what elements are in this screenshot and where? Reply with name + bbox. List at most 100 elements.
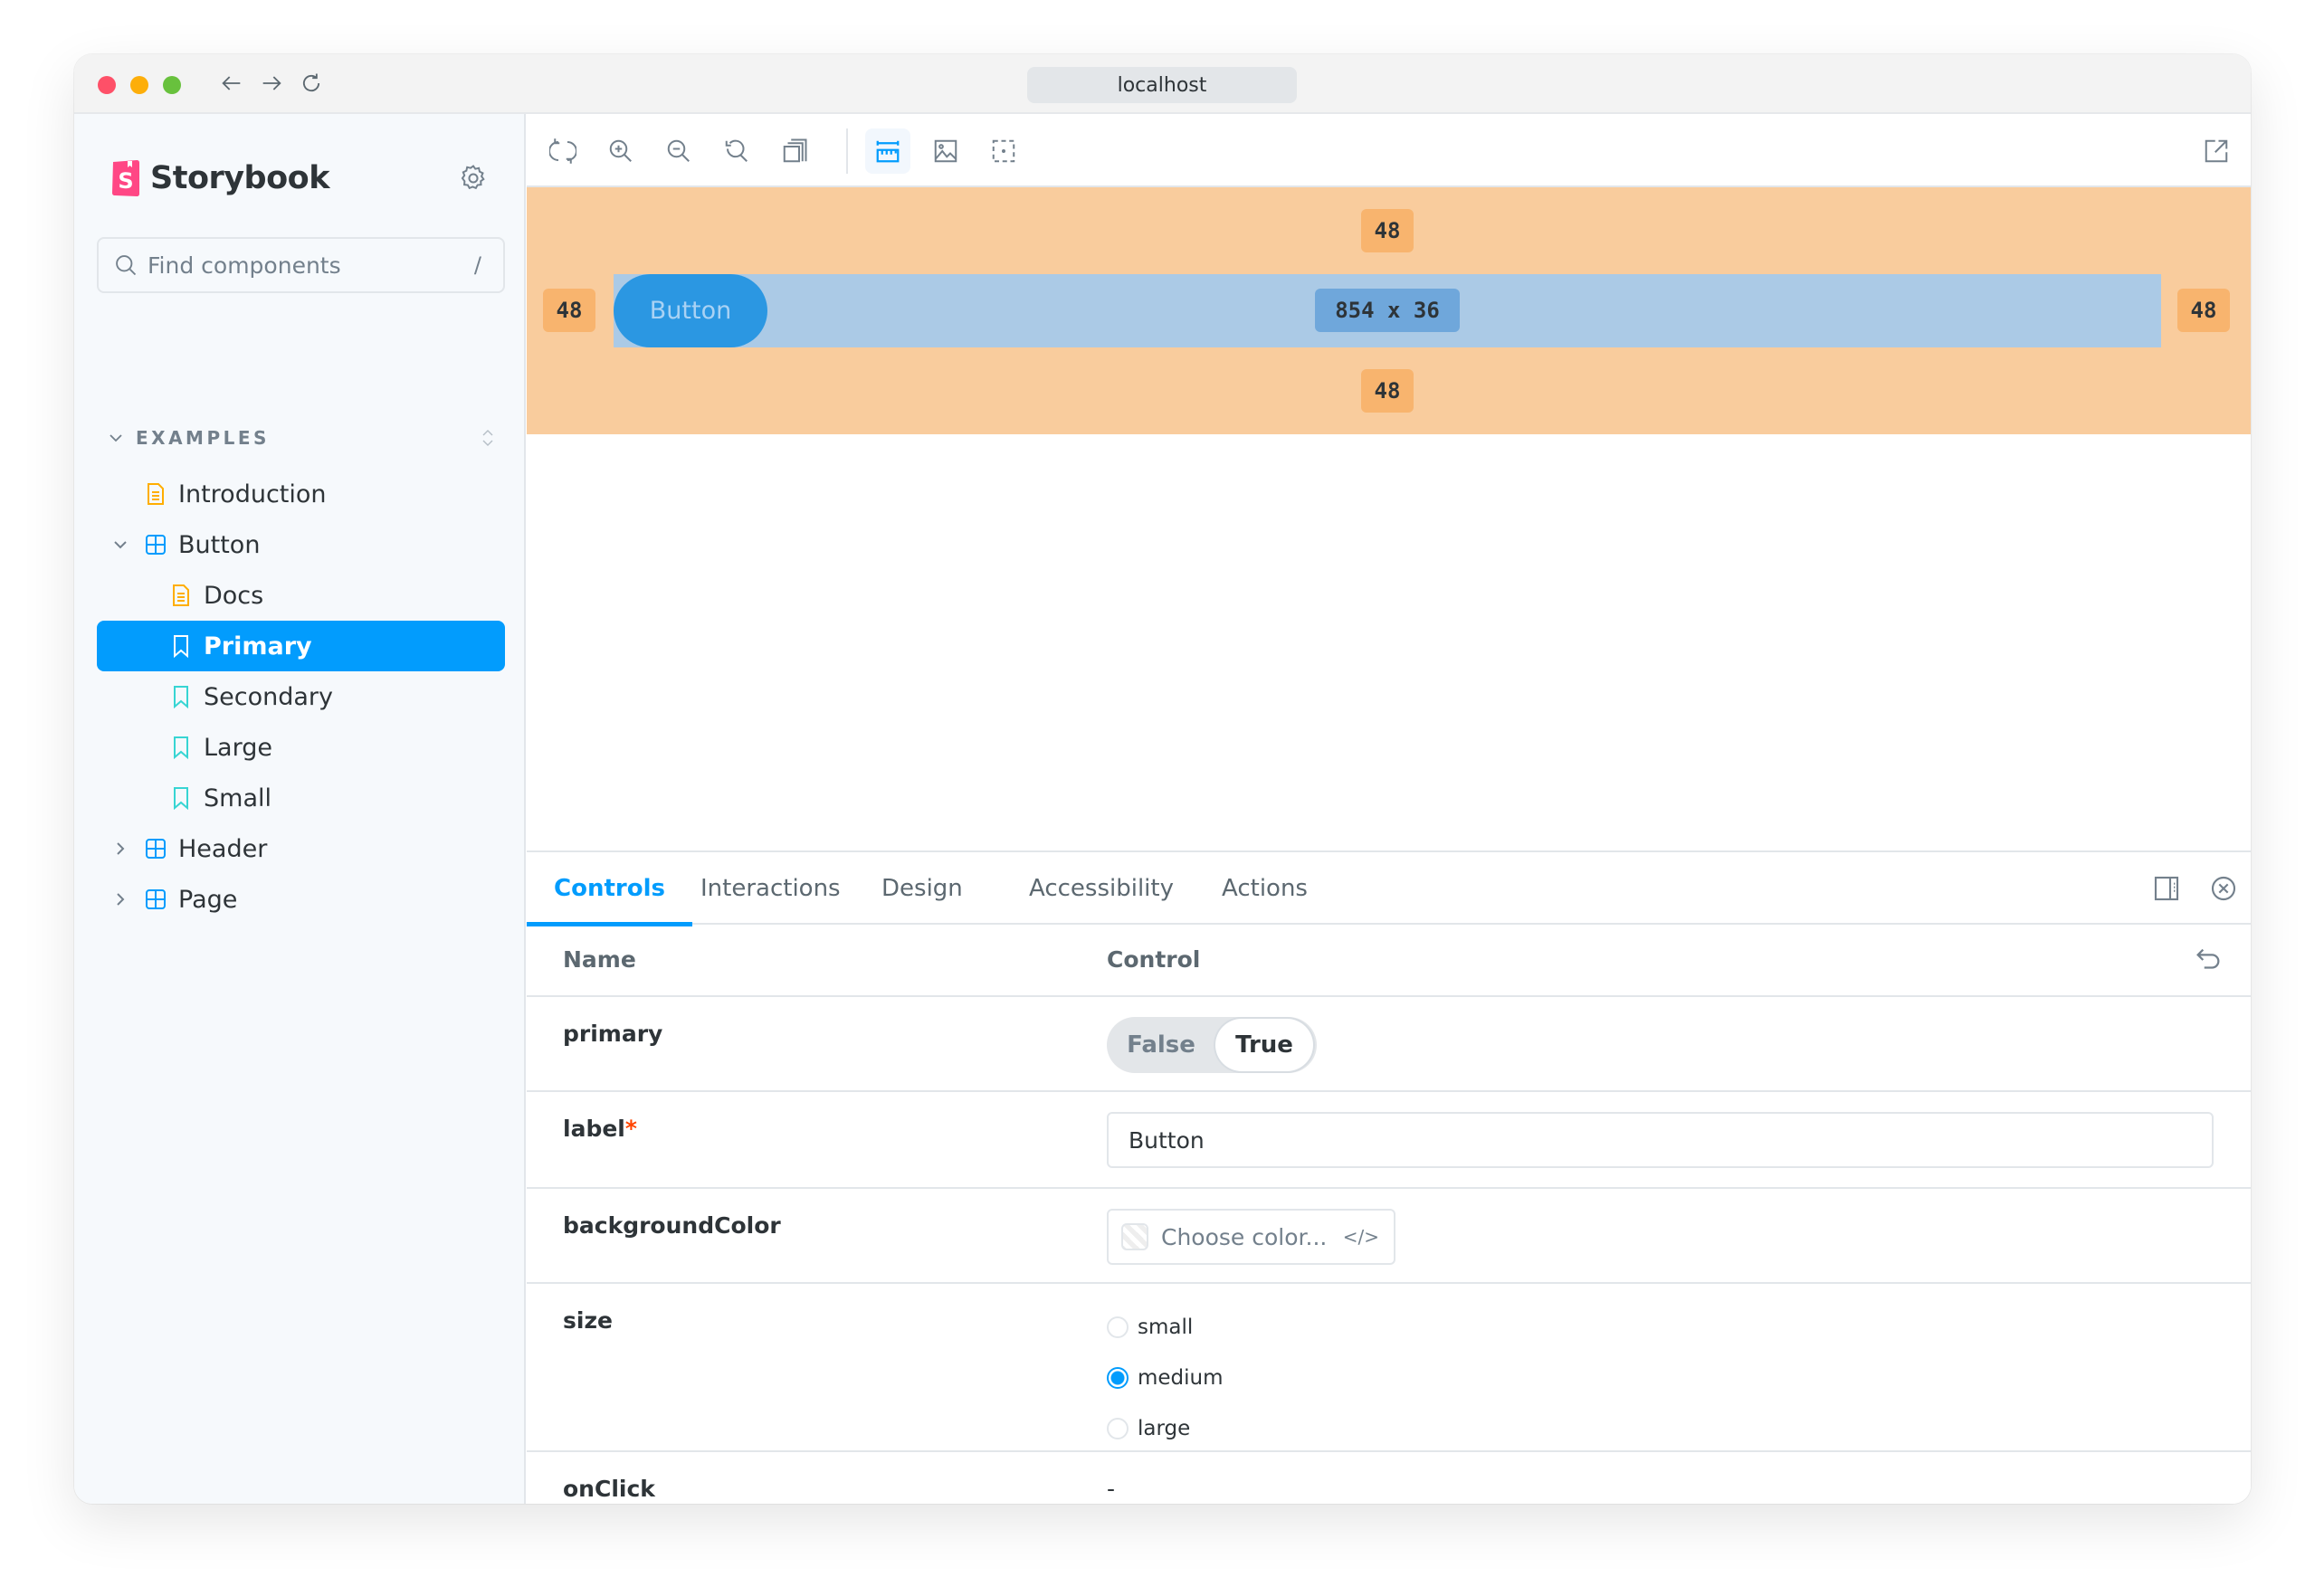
tab-controls[interactable]: Controls: [527, 852, 692, 926]
panel-orientation-button[interactable]: [2148, 870, 2185, 907]
radio-button[interactable]: [1107, 1316, 1129, 1338]
dimensions-label: 854 x 36: [1315, 289, 1460, 332]
tree-item-primary[interactable]: Primary: [97, 621, 505, 671]
open-new-tab-button[interactable]: [2194, 128, 2239, 174]
radio-option-large[interactable]: large: [1107, 1403, 1224, 1454]
undo-icon[interactable]: [2193, 945, 2224, 975]
onclick-value: -: [1107, 1476, 1116, 1502]
tab-design[interactable]: Design: [854, 852, 990, 925]
margin-right-label: 48: [2177, 289, 2230, 332]
tab-interactions[interactable]: Interactions: [673, 852, 868, 925]
radio-option-medium[interactable]: medium: [1107, 1353, 1224, 1403]
close-panel-button[interactable]: [2205, 870, 2242, 907]
document-icon: [173, 584, 189, 606]
backgrounds-button[interactable]: [923, 128, 968, 174]
control-row-onclick: onClick -: [527, 1452, 2251, 1504]
search-shortcut-hint: /: [473, 252, 481, 278]
url-bar[interactable]: localhost: [1027, 67, 1297, 103]
sidebar-alt-icon: [2154, 876, 2179, 901]
control-row-label: label*: [527, 1092, 2251, 1189]
chevron-down-icon: [110, 434, 122, 442]
bookmark-icon: [174, 635, 188, 658]
maximize-window-button[interactable]: [163, 76, 181, 94]
tree-item-header[interactable]: Header: [97, 823, 505, 874]
section-title: EXAMPLES: [136, 427, 270, 449]
header-name: Name: [563, 946, 636, 973]
preview-canvas: Button 48 48 48 48 854 x 36: [527, 187, 2251, 796]
toggle-false-option[interactable]: False: [1107, 1019, 1215, 1071]
measure-button[interactable]: [865, 128, 910, 174]
section-examples[interactable]: EXAMPLES: [107, 423, 496, 452]
tab-accessibility[interactable]: Accessibility: [1002, 852, 1201, 925]
tree-item-docs[interactable]: Docs: [97, 570, 505, 621]
addons-panel: Controls Interactions Design Accessibili…: [527, 850, 2251, 1504]
tree-item-label: Docs: [204, 581, 264, 610]
arrow-right-icon[interactable]: [253, 65, 290, 101]
zoom-out-button[interactable]: [656, 128, 701, 174]
outline-icon: [992, 139, 1015, 163]
primary-boolean-toggle[interactable]: False True: [1107, 1017, 1317, 1073]
component-icon: [146, 535, 166, 555]
control-row-primary: primary False True: [527, 997, 2251, 1092]
tree-item-small[interactable]: Small: [97, 773, 505, 823]
control-row-backgroundcolor: backgroundColor Choose color... </>: [527, 1189, 2251, 1284]
sidebar: S Storybook / EXAMPLES Introduction Butt…: [74, 114, 526, 1504]
tree-item-label: Large: [204, 733, 272, 762]
brand-name: Storybook: [150, 160, 329, 196]
zoom-in-button[interactable]: [598, 128, 643, 174]
chevron-right-icon: [117, 893, 125, 906]
code-icon[interactable]: </>: [1343, 1226, 1379, 1248]
minimize-window-button[interactable]: [130, 76, 148, 94]
tree-item-button[interactable]: Button: [97, 519, 505, 570]
label-text-input[interactable]: [1107, 1112, 2214, 1168]
margin-left-label: 48: [543, 289, 595, 332]
browser-window: localhost S Storybook / EXAMPLES: [74, 54, 2251, 1504]
sync-icon: [549, 138, 576, 164]
radio-option-small[interactable]: small: [1107, 1302, 1224, 1353]
arrow-left-icon[interactable]: [214, 65, 250, 101]
tree-item-label: Page: [178, 885, 238, 914]
outline-button[interactable]: [981, 128, 1026, 174]
radio-label: large: [1138, 1417, 1191, 1440]
search-field[interactable]: /: [97, 237, 505, 293]
arg-name: label*: [563, 1116, 637, 1142]
arg-name-text: label: [563, 1116, 625, 1142]
tree-item-page[interactable]: Page: [97, 874, 505, 925]
preview-button[interactable]: Button: [614, 274, 767, 347]
tree-item-introduction[interactable]: Introduction: [97, 469, 505, 519]
toggle-true-option[interactable]: True: [1215, 1019, 1313, 1071]
radio-button[interactable]: [1107, 1367, 1129, 1389]
tree-item-label: Small: [204, 784, 271, 812]
zoom-reset-button[interactable]: [714, 128, 759, 174]
chevron-right-icon: [117, 842, 125, 855]
panel-tabs: Controls Interactions Design Accessibili…: [527, 852, 2251, 926]
storybook-brand[interactable]: S Storybook: [110, 159, 329, 197]
radio-button[interactable]: [1107, 1418, 1129, 1439]
photo-icon: [934, 139, 957, 163]
search-input[interactable]: [148, 252, 455, 279]
color-swatch[interactable]: [1121, 1223, 1148, 1250]
tree-item-secondary[interactable]: Secondary: [97, 671, 505, 722]
radio-label: small: [1138, 1316, 1194, 1339]
tree-item-label: Header: [178, 834, 268, 863]
remount-button[interactable]: [540, 128, 586, 174]
tree-item-label: Secondary: [204, 682, 333, 711]
tree-item-large[interactable]: Large: [97, 722, 505, 773]
viewport-button[interactable]: [772, 128, 817, 174]
close-window-button[interactable]: [98, 76, 116, 94]
arg-name: size: [563, 1307, 613, 1334]
size-radio-group: small medium large: [1107, 1302, 1224, 1454]
color-picker-input[interactable]: Choose color... </>: [1107, 1209, 1395, 1265]
search-icon: [116, 255, 137, 276]
expand-collapse-all-icon[interactable]: [480, 426, 496, 450]
main-area: Button 48 48 48 48 854 x 36 Controls Int…: [527, 114, 2251, 1504]
tree-item-label: Button: [178, 530, 261, 559]
tab-actions[interactable]: Actions: [1195, 852, 1335, 925]
bookmark-icon: [174, 686, 188, 708]
component-icon: [146, 839, 166, 859]
margin-bottom-label: 48: [1361, 369, 1414, 413]
radio-label: medium: [1138, 1366, 1224, 1390]
gear-icon[interactable]: [458, 163, 489, 194]
color-placeholder: Choose color...: [1161, 1223, 1328, 1250]
reload-icon[interactable]: [293, 65, 329, 101]
